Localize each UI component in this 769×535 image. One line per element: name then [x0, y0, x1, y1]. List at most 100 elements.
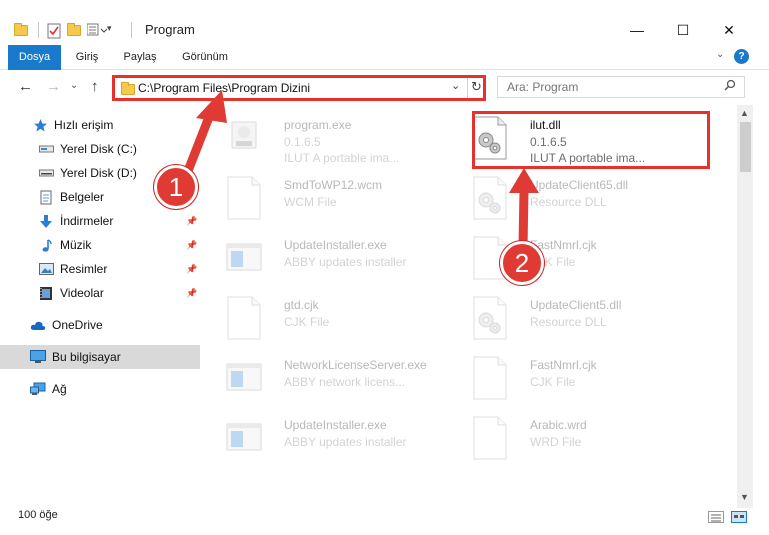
file-name: UpdateInstaller.exe	[284, 238, 387, 252]
scroll-down-icon[interactable]: ▼	[740, 492, 749, 502]
file-detail: CJK File	[530, 375, 576, 389]
file-item[interactable]: gtd.cjk CJK File	[214, 290, 454, 346]
customize-toolbar-icon[interactable]	[86, 23, 108, 37]
file-name: UpdateClient65.dll	[530, 178, 629, 192]
file-item[interactable]: Arabic.wrd WRD File	[460, 410, 700, 466]
file-item[interactable]: FastNmrl.cjk CJK File	[460, 350, 700, 406]
close-button[interactable]: ✕	[706, 18, 752, 42]
file-icon	[226, 296, 262, 340]
sidebar-item-label: Videolar	[60, 286, 104, 300]
file-detail: ABBY network licens...	[284, 375, 406, 389]
file-detail: Resource DLL	[530, 195, 607, 209]
file-item[interactable]: program.exe 0.1.6.5 ILUT A portable ima...	[214, 110, 454, 166]
sidebar-item-label: Müzik	[60, 238, 92, 252]
new-folder-icon[interactable]	[67, 23, 83, 37]
file-icon	[472, 416, 508, 460]
application-icon	[226, 416, 262, 460]
file-item[interactable]: NetworkLicenseServer.exe ABBY network lic…	[214, 350, 454, 406]
file-name: Arabic.wrd	[530, 418, 587, 432]
help-icon[interactable]: ?	[734, 49, 749, 64]
recent-locations-dropdown[interactable]: ⌄	[70, 80, 78, 91]
file-item[interactable]: UpdateInstaller.exe ABBY updates installe…	[214, 410, 454, 466]
maximize-button[interactable]: ☐	[660, 18, 706, 42]
network-icon	[30, 381, 46, 397]
expand-ribbon-icon[interactable]: ⌄	[716, 49, 724, 60]
step-badge-1: 1	[154, 165, 198, 209]
file-item[interactable]: UpdateClient5.dll Resource DLL	[460, 290, 700, 346]
tab-file[interactable]: Dosya	[8, 45, 61, 70]
file-detail: WRD File	[530, 435, 582, 449]
pin-icon[interactable]: 📌	[186, 288, 197, 299]
back-button[interactable]: ←	[18, 78, 33, 95]
file-name: program.exe	[284, 118, 352, 132]
computer-icon	[30, 349, 46, 365]
file-detail: 0.1.6.5	[284, 135, 321, 149]
properties-icon[interactable]	[47, 23, 63, 39]
sidebar-item-pictures[interactable]: Resimler 📌	[0, 257, 200, 281]
sidebar-item-label: OneDrive	[52, 318, 103, 332]
file-item[interactable]: UpdateClient65.dll Resource DLL	[460, 170, 700, 226]
file-name: UpdateClient5.dll	[530, 298, 622, 312]
application-icon	[226, 236, 262, 280]
sidebar-item-downloads[interactable]: İndirmeler 📌	[0, 209, 200, 233]
documents-icon	[38, 189, 54, 205]
sidebar-item-onedrive[interactable]: OneDrive	[0, 313, 200, 337]
highlight-box	[472, 111, 710, 169]
address-path[interactable]: C:\Program Files\Program Dizini	[138, 81, 310, 95]
file-detail: Resource DLL	[530, 315, 607, 329]
tiles-view-icon[interactable]	[731, 511, 747, 523]
search-icon[interactable]	[724, 79, 736, 91]
window-title: Program	[145, 22, 195, 37]
sidebar-item-network[interactable]: Ağ	[0, 377, 200, 401]
refresh-button[interactable]: ↻	[471, 79, 482, 95]
sidebar-item-videos[interactable]: Videolar 📌	[0, 281, 200, 305]
tab-view[interactable]: Görünüm	[172, 45, 238, 70]
folder-icon	[14, 23, 30, 37]
file-detail: WCM File	[284, 195, 337, 209]
address-bar[interactable]: C:\Program Files\Program Dizini ⌄ ↻	[112, 75, 486, 101]
video-icon	[38, 285, 54, 301]
file-detail: ABBY updates installer	[284, 435, 407, 449]
minimize-button[interactable]: —	[614, 18, 660, 42]
drive-icon	[38, 141, 54, 157]
up-button[interactable]: ↑	[91, 78, 99, 95]
tab-home[interactable]: Giriş	[66, 45, 108, 70]
details-view-icon[interactable]	[708, 511, 724, 523]
drive-icon	[38, 165, 54, 181]
search-box[interactable]: Ara: Program	[497, 76, 745, 98]
separator	[131, 22, 132, 38]
scroll-up-icon[interactable]: ▲	[740, 108, 749, 118]
file-item[interactable]: FastNmrl.cjk CJK File	[460, 230, 700, 286]
dll-file-icon	[472, 296, 508, 340]
pictures-icon	[38, 261, 54, 277]
status-item-count: 100 öğe	[18, 509, 58, 521]
file-name: NetworkLicenseServer.exe	[284, 358, 427, 372]
file-name: gtd.cjk	[284, 298, 319, 312]
scrollbar-thumb[interactable]	[740, 122, 751, 172]
file-item[interactable]: SmdToWP12.wcm WCM File	[214, 170, 454, 226]
file-detail: ABBY updates installer	[284, 255, 407, 269]
file-item[interactable]: UpdateInstaller.exe ABBY updates installe…	[214, 230, 454, 286]
dropdown-arrow-icon[interactable]: ▾	[107, 23, 123, 37]
sidebar-item-quick-access[interactable]: Hızlı erişim	[0, 113, 200, 137]
download-icon	[38, 213, 54, 229]
pin-icon[interactable]: 📌	[186, 216, 197, 227]
file-icon	[226, 176, 262, 220]
step-badge-2: 2	[500, 241, 544, 285]
file-detail: CJK File	[284, 315, 330, 329]
sidebar-item-this-pc[interactable]: Bu bilgisayar	[0, 345, 200, 369]
file-name: FastNmrl.cjk	[530, 358, 597, 372]
pin-icon[interactable]: 📌	[186, 240, 197, 251]
sidebar-item-label: Yerel Disk (C:)	[60, 142, 137, 156]
star-icon	[32, 117, 48, 133]
tab-share[interactable]: Paylaş	[114, 45, 166, 70]
sidebar-item-disk-c[interactable]: Yerel Disk (C:)	[0, 137, 200, 161]
sidebar-item-music[interactable]: Müzik 📌	[0, 233, 200, 257]
sidebar-item-label: Yerel Disk (D:)	[60, 166, 137, 180]
forward-button[interactable]: →	[46, 78, 61, 95]
address-dropdown[interactable]: ⌄	[451, 79, 460, 92]
search-placeholder: Ara: Program	[507, 80, 579, 94]
title-bar: ▾ Program — ☐ ✕	[0, 0, 769, 44]
pin-icon[interactable]: 📌	[186, 264, 197, 275]
application-icon	[226, 116, 262, 160]
